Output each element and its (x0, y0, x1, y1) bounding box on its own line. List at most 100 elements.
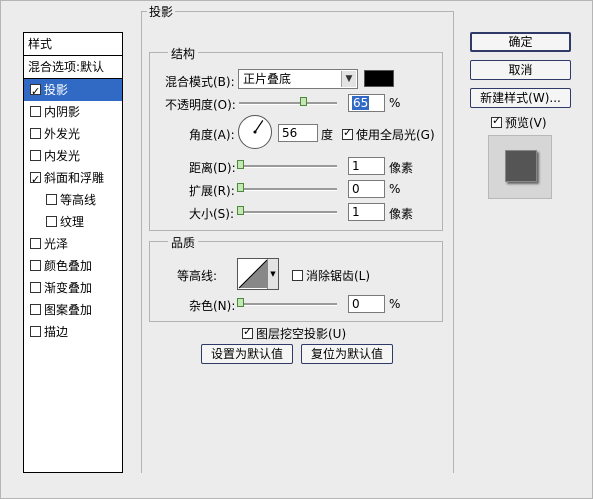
styles-list-panel: 样式 混合选项:默认 投影内阴影外发光内发光斜面和浮雕等高线纹理光泽颜色叠加渐变… (23, 32, 123, 473)
style-checkbox[interactable] (30, 81, 41, 103)
spread-unit: % (389, 182, 401, 196)
ok-button[interactable]: 确定 (470, 32, 571, 52)
anti-alias-checkbox[interactable] (292, 270, 303, 281)
style-item[interactable]: 投影 (24, 79, 122, 103)
opacity-slider-thumb[interactable] (299, 97, 307, 106)
structure-title: 结构 (168, 45, 199, 62)
anti-alias-option[interactable]: 消除锯齿(L) (292, 267, 370, 284)
blend-mode-label: 混合模式(B): (165, 75, 235, 89)
preview-label: 预览(V) (505, 116, 547, 130)
preview-option[interactable]: 预览(V) (491, 114, 547, 131)
style-item[interactable]: 内发光 (24, 145, 122, 167)
style-item[interactable]: 描边 (24, 321, 122, 343)
opacity-label: 不透明度(O): (165, 98, 236, 112)
angle-label: 角度(A): (189, 128, 235, 142)
style-item[interactable]: 颜色叠加 (24, 255, 122, 277)
style-item[interactable]: 内阴影 (24, 101, 122, 123)
quality-title: 品质 (168, 234, 199, 251)
noise-label: 杂色(N): (189, 299, 236, 313)
size-label: 大小(S): (189, 207, 235, 221)
global-light-checkbox[interactable] (342, 126, 353, 140)
section-title-label: 投影 (147, 3, 176, 20)
cancel-button[interactable]: 取消 (470, 60, 571, 80)
preview-thumbnail (488, 135, 552, 199)
spread-label: 扩展(R): (189, 184, 235, 198)
styles-header[interactable]: 样式 (24, 33, 122, 56)
style-item[interactable]: 光泽 (24, 233, 122, 255)
style-item-label: 斜面和浮雕 (44, 171, 105, 185)
spread-input[interactable]: 0 (348, 180, 385, 198)
style-checkbox[interactable] (30, 169, 41, 191)
style-item-label: 投影 (44, 83, 69, 97)
global-light-label: 使用全局光(G) (356, 128, 435, 142)
contour-linear-icon (238, 259, 268, 289)
layer-style-dialog: 样式 混合选项:默认 投影内阴影外发光内发光斜面和浮雕等高线纹理光泽颜色叠加渐变… (0, 0, 593, 499)
contour-picker[interactable]: ▼ (237, 258, 279, 290)
blend-options-item[interactable]: 混合选项:默认 (24, 56, 122, 79)
angle-dial[interactable] (237, 114, 273, 150)
style-checkbox[interactable] (30, 106, 41, 117)
global-light-option[interactable]: 使用全局光(G) (342, 126, 435, 143)
size-slider-thumb[interactable] (237, 206, 244, 215)
spread-slider-track[interactable] (239, 188, 337, 191)
style-checkbox[interactable] (46, 216, 57, 227)
angle-unit: 度 (321, 128, 334, 142)
angle-dial-icon (238, 115, 272, 149)
style-checkbox[interactable] (30, 282, 41, 293)
style-checkbox[interactable] (30, 260, 41, 271)
angle-input[interactable]: 56 (278, 124, 318, 142)
style-checkbox[interactable] (30, 150, 41, 161)
blend-mode-value: 正片叠底 (243, 72, 292, 86)
style-item-label: 描边 (44, 325, 69, 339)
blend-mode-select[interactable]: 正片叠底 ▼ (238, 69, 358, 89)
style-item-label: 等高线 (60, 193, 97, 207)
style-checkbox[interactable] (30, 128, 41, 139)
preview-checkbox[interactable] (491, 114, 502, 128)
style-item[interactable]: 渐变叠加 (24, 277, 122, 299)
style-item-label: 渐变叠加 (44, 281, 93, 295)
opacity-value: 65 (352, 96, 370, 110)
size-input[interactable]: 1 (348, 203, 385, 221)
distance-slider-thumb[interactable] (237, 160, 244, 169)
noise-unit: % (389, 297, 401, 311)
style-item[interactable]: 外发光 (24, 123, 122, 145)
style-checkbox[interactable] (30, 326, 41, 337)
chevron-down-icon: ▼ (341, 71, 356, 87)
reset-default-button[interactable]: 复位为默认值 (301, 344, 393, 364)
style-checkbox[interactable] (46, 194, 57, 205)
preview-swatch (505, 150, 537, 182)
style-item-label: 内阴影 (44, 105, 81, 119)
knockout-label: 图层挖空投影(U) (256, 327, 347, 341)
opacity-input[interactable]: 65 (348, 94, 385, 112)
style-item-label: 外发光 (44, 127, 81, 141)
anti-alias-label: 消除锯齿(L) (306, 269, 371, 283)
noise-slider-thumb[interactable] (237, 298, 244, 307)
new-style-button[interactable]: 新建样式(W)... (470, 88, 571, 108)
style-item[interactable]: 图案叠加 (24, 299, 122, 321)
opacity-unit: % (389, 96, 401, 110)
style-checkbox[interactable] (30, 304, 41, 315)
style-item-label: 颜色叠加 (44, 259, 93, 273)
make-default-button[interactable]: 设置为默认值 (201, 344, 293, 364)
shadow-color-swatch[interactable] (364, 70, 394, 87)
style-checkbox[interactable] (30, 238, 41, 249)
noise-input[interactable]: 0 (348, 295, 385, 313)
style-item-label: 图案叠加 (44, 303, 93, 317)
size-slider-track[interactable] (239, 211, 337, 214)
knockout-option[interactable]: 图层挖空投影(U) (242, 325, 346, 342)
style-item[interactable]: 斜面和浮雕 (24, 167, 122, 191)
distance-unit: 像素 (389, 161, 414, 175)
distance-input[interactable]: 1 (348, 157, 385, 175)
distance-slider-track[interactable] (239, 165, 337, 168)
distance-label: 距离(D): (189, 161, 236, 175)
style-item-label: 纹理 (60, 215, 85, 229)
opacity-slider-track[interactable] (239, 102, 337, 105)
style-item[interactable]: 等高线 (24, 189, 122, 211)
contour-dropdown-arrow-icon[interactable]: ▼ (267, 259, 278, 289)
size-unit: 像素 (389, 207, 414, 221)
style-item-label: 内发光 (44, 149, 81, 163)
style-item[interactable]: 纹理 (24, 211, 122, 233)
knockout-checkbox[interactable] (242, 325, 253, 339)
noise-slider-track[interactable] (239, 303, 337, 306)
spread-slider-thumb[interactable] (237, 183, 244, 192)
